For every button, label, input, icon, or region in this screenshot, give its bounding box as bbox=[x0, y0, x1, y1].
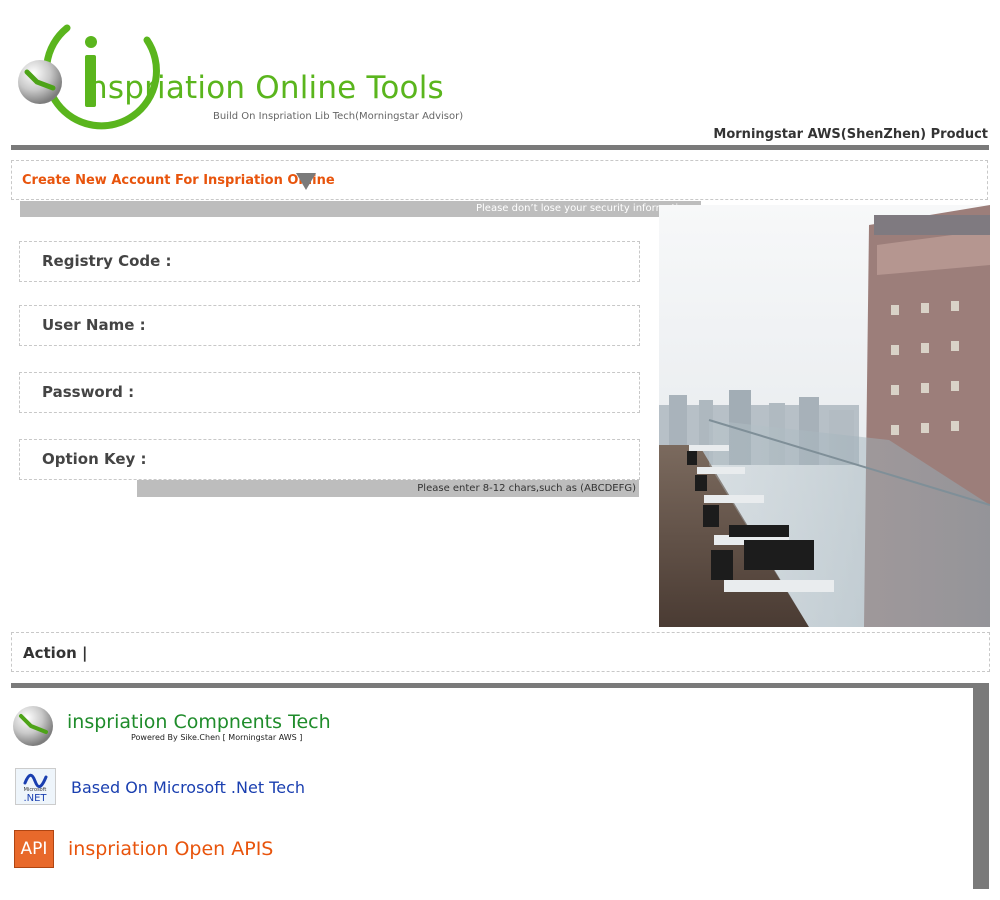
section-header: Create New Account For Inspriation Onlin… bbox=[11, 160, 988, 200]
dotnet-tech-label: Based On Microsoft .Net Tech bbox=[71, 778, 306, 797]
terrace-photo bbox=[659, 205, 990, 627]
app-tagline: Build On Inspriation Lib Tech(Morningsta… bbox=[213, 111, 464, 122]
registry-code-field: Registry Code : bbox=[19, 241, 640, 282]
inspiration-ball-icon bbox=[11, 704, 55, 748]
footer-divider bbox=[11, 683, 989, 688]
triangle-down-icon[interactable] bbox=[296, 173, 316, 190]
api-icon[interactable]: API bbox=[14, 830, 54, 868]
option-key-hint: Please enter 8-12 chars,such as (ABCDEFG… bbox=[137, 480, 639, 497]
security-notice: Please don’t lose your security informat… bbox=[20, 201, 701, 217]
app-title: nspriation Online Tools bbox=[88, 70, 444, 106]
header-divider bbox=[11, 145, 989, 150]
password-input[interactable] bbox=[190, 379, 624, 407]
components-credit: Powered By Sike.Chen [ Morningstar AWS ] bbox=[131, 733, 303, 742]
product-label: Morningstar AWS(ShenZhen) Product bbox=[713, 127, 988, 142]
password-field: Password : bbox=[19, 372, 640, 413]
section-title: Create New Account For Inspriation Onlin… bbox=[22, 173, 335, 188]
user-name-field: User Name : bbox=[19, 305, 640, 346]
password-label: Password : bbox=[42, 383, 135, 401]
action-label: Action | bbox=[23, 644, 88, 662]
registry-code-label: Registry Code : bbox=[42, 252, 172, 270]
components-tech-title: inspriation Compnents Tech bbox=[67, 711, 331, 733]
option-key-field: Option Key : bbox=[19, 439, 640, 480]
action-bar: Action | bbox=[11, 632, 990, 672]
user-name-label: User Name : bbox=[42, 316, 146, 334]
user-name-input[interactable] bbox=[190, 312, 624, 340]
dotnet-icon-text: .NET bbox=[23, 793, 47, 804]
option-key-label: Option Key : bbox=[42, 450, 147, 468]
dotnet-icon: Microsoft .NET bbox=[15, 768, 56, 805]
open-apis-link[interactable]: inspriation Open APIS bbox=[68, 838, 273, 860]
option-key-input[interactable] bbox=[190, 446, 624, 474]
footer-side-bar bbox=[973, 683, 989, 889]
registry-code-input[interactable] bbox=[190, 248, 624, 276]
